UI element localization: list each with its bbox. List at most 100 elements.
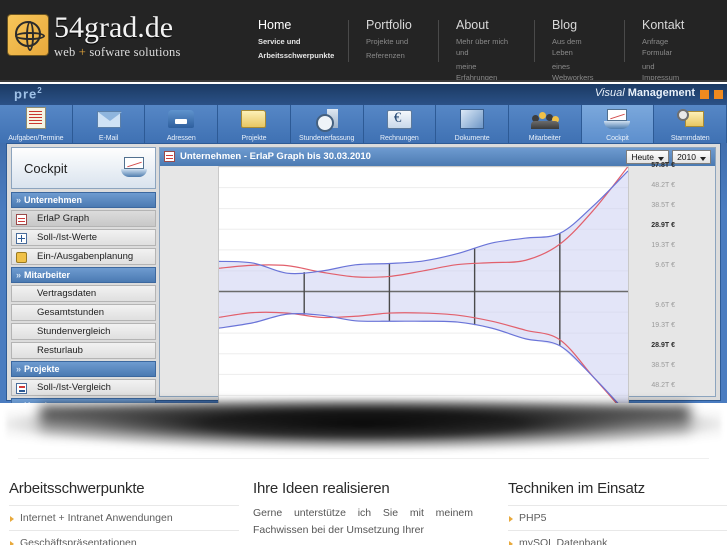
sidebar-item-soll-ist-vergleich[interactable]: Soll-/Ist-Vergleich bbox=[11, 379, 156, 396]
app-titlebar: pre2 Visual Management bbox=[0, 84, 727, 105]
people-icon bbox=[530, 107, 559, 129]
y-axis-tick-label: 48.2T € bbox=[651, 181, 675, 189]
toolbar-button-projekte[interactable]: Projekte bbox=[218, 105, 291, 143]
nav-sub-line2: Referenzen bbox=[366, 51, 405, 60]
document-icon bbox=[458, 107, 486, 129]
cockpit-icon bbox=[603, 107, 631, 129]
graph-icon bbox=[164, 151, 175, 162]
chart-plot-area bbox=[218, 166, 629, 403]
sidebar-title: Cockpit bbox=[24, 161, 68, 176]
product-name: pre bbox=[14, 86, 38, 102]
list-item-label: mySQL Datenbank bbox=[519, 537, 608, 545]
toolbar-label: Adressen bbox=[166, 135, 196, 142]
nav-sub-line1: Projekte und bbox=[366, 37, 409, 46]
nav-sub-line2: und Impressum bbox=[642, 62, 680, 82]
column-paragraph: Gerne unterstütze ich Sie mit meinem Fac… bbox=[253, 507, 473, 536]
toolbar-button-rechnungen[interactable]: Rechnungen bbox=[363, 105, 437, 143]
toolbar-button-dokumente[interactable]: Dokumente bbox=[436, 105, 509, 143]
masterdata-icon bbox=[676, 107, 704, 129]
site-logo[interactable]: 54grad.de web + sofware solutions bbox=[8, 13, 181, 59]
sidebar-item-gesamtstunden[interactable]: Gesamtstunden bbox=[11, 304, 156, 321]
sidebar-item-erlap-graph[interactable]: ErlaP Graph bbox=[11, 210, 156, 227]
sidebar-item-ein-ausgabenplanung[interactable]: Ein-/Ausgabenplanung bbox=[11, 248, 156, 265]
toolbar-button-adressen[interactable]: Adressen bbox=[145, 105, 219, 143]
nav-sub-line1: Service und bbox=[258, 37, 301, 46]
main-navigation: Home Service und Arbeitsschwerpunkte Por… bbox=[258, 18, 714, 82]
list-item[interactable]: mySQL Datenbank bbox=[508, 530, 727, 545]
nav-item-kontakt[interactable]: Kontakt Anfrage Formular und Impressum bbox=[624, 18, 704, 82]
y-axis-tick-label: 48.2T € bbox=[651, 382, 675, 390]
toolbar-label: Mitarbeiter bbox=[528, 135, 561, 142]
toolbar-button-mitarbeiter[interactable]: Mitarbeiter bbox=[508, 105, 582, 143]
chevron-right-icon: » bbox=[16, 195, 22, 205]
sidebar-item-resturlaub[interactable]: Resturlaub bbox=[11, 342, 156, 359]
graph-icon bbox=[16, 214, 27, 225]
site-header: 54grad.de web + sofware solutions Home S… bbox=[0, 0, 727, 82]
content-columns: Arbeitsschwerpunkte Internet + Intranet … bbox=[0, 480, 727, 545]
sidebar-item-stundenvergleich[interactable]: Stundenvergleich bbox=[11, 323, 156, 340]
y-axis-tick-label: 9.6T € bbox=[655, 301, 675, 309]
group-label: Mitarbeiter bbox=[24, 270, 71, 280]
sidebar-item-label: Soll-/Ist-Werte bbox=[37, 232, 98, 243]
orange-square-icon bbox=[700, 90, 709, 99]
column-ihre-ideen: Ihre Ideen realisieren Gerne unterstütze… bbox=[253, 480, 473, 539]
suite-label: Visual Management bbox=[595, 87, 695, 99]
y-axis-tick-label: 28.9T € bbox=[651, 222, 675, 229]
app-sidebar: Cockpit » Unternehmen ErlaP Graph Soll-/I… bbox=[11, 147, 156, 403]
column-heading: Techniken im Einsatz bbox=[508, 480, 645, 497]
sidebar-item-label: ErlaP Graph bbox=[37, 213, 90, 224]
sidebar-item-soll-ist-werte[interactable]: Soll-/Ist-Werte bbox=[11, 229, 156, 246]
sidebar-item-label: Vertragsdaten bbox=[37, 288, 97, 299]
nav-label: Blog bbox=[552, 18, 578, 32]
nav-sub-line1: Mehr über mich und bbox=[456, 37, 509, 57]
content-divider bbox=[18, 458, 709, 459]
list-item-label: Geschäftspräsentationen bbox=[20, 537, 137, 545]
group-label: Unternehmen bbox=[24, 195, 83, 205]
toolbar-label: Rechnungen bbox=[380, 135, 419, 142]
y-axis-tick-label: 38.5T € bbox=[651, 361, 675, 369]
app-toolbar: Aufgaben/Termine E-Mail Adressen Projekt… bbox=[0, 105, 727, 143]
list-item[interactable]: Geschäftspräsentationen bbox=[9, 530, 239, 545]
nav-item-portfolio[interactable]: Portfolio Projekte und Referenzen bbox=[348, 18, 428, 66]
feature-list: Internet + Intranet Anwendungen Geschäft… bbox=[9, 505, 239, 545]
column-heading: Arbeitsschwerpunkte bbox=[9, 480, 145, 497]
chevron-right-icon: » bbox=[16, 270, 22, 280]
group-label: Projekte bbox=[24, 364, 60, 374]
nav-sub-line1: Anfrage Formular bbox=[642, 37, 673, 57]
toolbar-button-stundenerfassung[interactable]: Stundenerfassung bbox=[290, 105, 364, 143]
toolbar-label: Projekte bbox=[241, 135, 267, 142]
bars-icon bbox=[16, 383, 27, 394]
nav-label: About bbox=[456, 18, 489, 32]
list-item[interactable]: PHP5 bbox=[508, 505, 727, 530]
tagline-b: sofware solutions bbox=[86, 45, 181, 59]
nav-sub-line2: meine Erfahrungen bbox=[456, 62, 498, 82]
list-item-label: Internet + Intranet Anwendungen bbox=[20, 512, 173, 524]
year-select[interactable]: 2010 bbox=[672, 150, 711, 164]
toolbar-button-stammdaten[interactable]: Stammdaten bbox=[654, 105, 727, 143]
toolbar-button-aufgaben-termine[interactable]: Aufgaben/Termine bbox=[0, 105, 73, 143]
brand-tagline: web + sofware solutions bbox=[54, 45, 181, 59]
sidebar-item-label: Soll-/Ist-Vergleich bbox=[37, 382, 111, 393]
nav-item-blog[interactable]: Blog Aus dem Leben eines Webworkers bbox=[534, 18, 614, 82]
column-heading: Ihre Ideen realisieren bbox=[253, 480, 390, 497]
nav-label: Kontakt bbox=[642, 18, 685, 32]
y-axis-tick-label: 19.3T € bbox=[651, 322, 675, 330]
nav-sub-line2: eines Webworkers bbox=[552, 62, 594, 82]
nav-item-home[interactable]: Home Service und Arbeitsschwerpunkte bbox=[258, 18, 338, 66]
nav-sub-line1: Aus dem Leben bbox=[552, 37, 582, 57]
list-item[interactable]: Internet + Intranet Anwendungen bbox=[9, 505, 239, 530]
toolbar-label: E-Mail bbox=[98, 135, 119, 142]
sidebar-item-label: Gesamtstunden bbox=[37, 307, 105, 318]
column-techniken: Techniken im Einsatz PHP5 mySQL Datenban… bbox=[508, 480, 727, 545]
tagline-a: web bbox=[54, 45, 79, 59]
nav-label: Home bbox=[258, 18, 292, 32]
sidebar-item-label: Stundenvergleich bbox=[37, 326, 111, 337]
brand-name: 54grad.de bbox=[54, 11, 174, 44]
nav-item-about[interactable]: About Mehr über mich und meine Erfahrung… bbox=[438, 18, 524, 82]
toolbar-button-cockpit[interactable]: Cockpit bbox=[581, 105, 655, 143]
sidebar-header-card: Cockpit bbox=[11, 147, 156, 189]
chart-title: Unternehmen - ErlaP Graph bis 30.03.2010 bbox=[180, 151, 371, 162]
list-item-label: PHP5 bbox=[519, 512, 547, 524]
toolbar-button-email[interactable]: E-Mail bbox=[72, 105, 146, 143]
sidebar-item-vertragsdaten[interactable]: Vertragsdaten bbox=[11, 285, 156, 302]
